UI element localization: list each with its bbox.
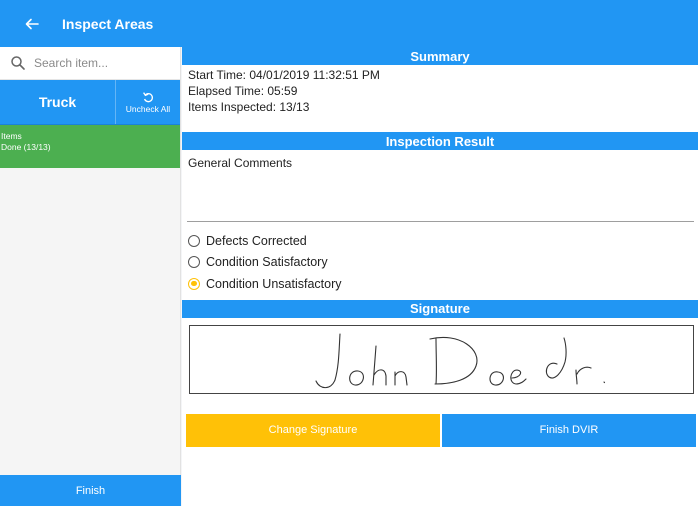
radio-condition-unsatisfactory[interactable]: Condition Unsatisfactory	[188, 273, 698, 295]
items-status: Done (13/13)	[1, 142, 51, 152]
radio-button-icon	[188, 234, 200, 247]
summary-details: Start Time: 04/01/2019 11:32:51 PM Elaps…	[182, 65, 698, 132]
general-comments-field[interactable]: General Comments	[187, 150, 694, 222]
search-bar	[0, 47, 180, 80]
finish-dvir-button[interactable]: Finish DVIR	[442, 413, 696, 447]
app-bar: Inspect Areas	[0, 0, 698, 47]
radio-condition-satisfactory[interactable]: Condition Satisfactory	[188, 252, 698, 274]
start-time: Start Time: 04/01/2019 11:32:51 PM	[188, 68, 380, 82]
radio-button-icon	[188, 256, 200, 269]
change-signature-button[interactable]: Change Signature	[186, 413, 440, 447]
elapsed-time: Elapsed Time: 05:59	[188, 84, 298, 98]
items-title: Items	[1, 131, 22, 141]
sidebar-item-items[interactable]: Items Done (13/13)	[0, 125, 180, 168]
finish-button[interactable]: Finish	[0, 475, 181, 506]
truck-button[interactable]: Truck	[0, 80, 116, 124]
uncheck-all-label: Uncheck All	[125, 103, 171, 114]
back-arrow-icon[interactable]	[20, 12, 44, 36]
inspection-area-row: Truck Uncheck All	[0, 80, 180, 125]
uncheck-all-button[interactable]: Uncheck All	[116, 80, 180, 124]
search-input[interactable]	[34, 56, 164, 70]
general-comments-label: General Comments	[188, 156, 293, 170]
radio-label: Defects Corrected	[206, 233, 307, 248]
radio-defects-corrected[interactable]: Defects Corrected	[188, 230, 698, 252]
search-icon	[11, 56, 25, 70]
radio-label: Condition Unsatisfactory	[206, 276, 342, 291]
signature-pad[interactable]	[189, 324, 694, 394]
signature-header: Signature	[182, 299, 698, 318]
items-inspected: Items Inspected: 13/13	[188, 100, 310, 114]
main-panel: Summary Start Time: 04/01/2019 11:32:51 …	[182, 47, 698, 506]
undo-icon	[143, 91, 154, 102]
signature-actions: Change Signature Finish DVIR	[186, 413, 696, 447]
summary-header: Summary	[182, 47, 698, 65]
inspection-result-header: Inspection Result	[182, 132, 698, 150]
radio-button-selected-icon	[188, 277, 200, 290]
inspection-result-options: Defects Corrected Condition Satisfactory…	[182, 222, 698, 295]
sidebar: Truck Uncheck All Items Done (13/13) Fin…	[0, 47, 181, 506]
page-title: Inspect Areas	[62, 15, 154, 32]
radio-label: Condition Satisfactory	[206, 255, 328, 270]
handwritten-signature	[315, 332, 606, 388]
